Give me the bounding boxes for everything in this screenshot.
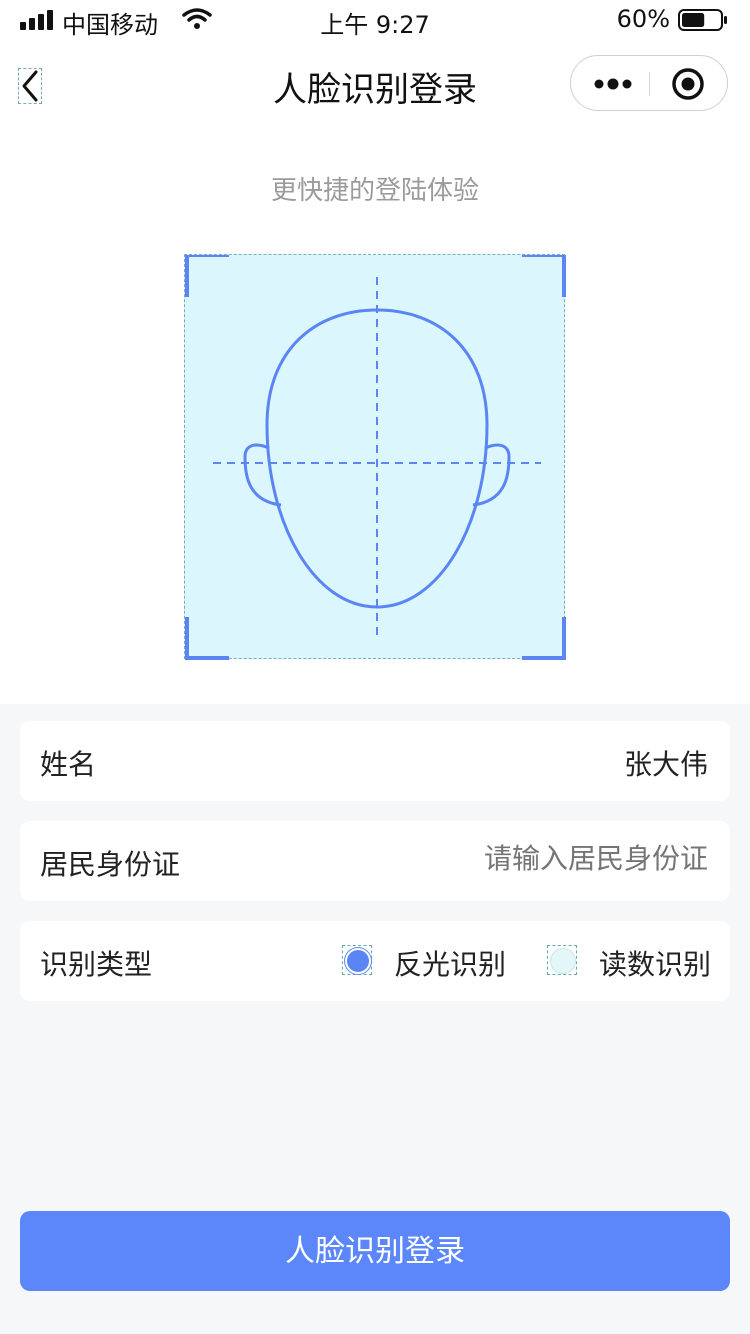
recognition-type-label: 识别类型 <box>40 948 153 981</box>
more-dots-icon[interactable] <box>593 76 633 92</box>
face-login-button[interactable]: 人脸识别登录 <box>20 1211 730 1291</box>
id-card-row: 居民身份证 <box>20 821 730 901</box>
radio-unselected-icon <box>550 948 576 974</box>
recognition-type-row: 识别类型 反光识别 读数识别 <box>20 921 730 1001</box>
navigation-bar: 人脸识别登录 <box>0 40 750 130</box>
radio-reflection[interactable] <box>342 945 372 975</box>
radio-selected-icon <box>345 948 371 974</box>
id-card-label: 居民身份证 <box>40 848 181 881</box>
name-row: 姓名 张大伟 <box>20 721 730 801</box>
id-card-input[interactable] <box>308 843 708 875</box>
status-bar: 中国移动 上午 9:27 60% <box>0 0 750 40</box>
capsule-divider <box>649 72 650 96</box>
radio-reading[interactable] <box>547 945 577 975</box>
option-reflection-label[interactable]: 反光识别 <box>394 943 506 983</box>
close-target-icon[interactable] <box>671 67 705 101</box>
face-capture-frame <box>184 254 566 660</box>
battery-percentage: 60% <box>616 5 670 33</box>
name-label: 姓名 <box>40 748 97 781</box>
battery-icon <box>678 9 727 31</box>
option-reading-label[interactable]: 读数识别 <box>599 943 711 983</box>
subtitle: 更快捷的登陆体验 <box>270 176 479 206</box>
name-value[interactable]: 张大伟 <box>624 743 708 783</box>
face-outline-icon <box>185 255 566 660</box>
mini-program-capsule <box>570 55 728 111</box>
